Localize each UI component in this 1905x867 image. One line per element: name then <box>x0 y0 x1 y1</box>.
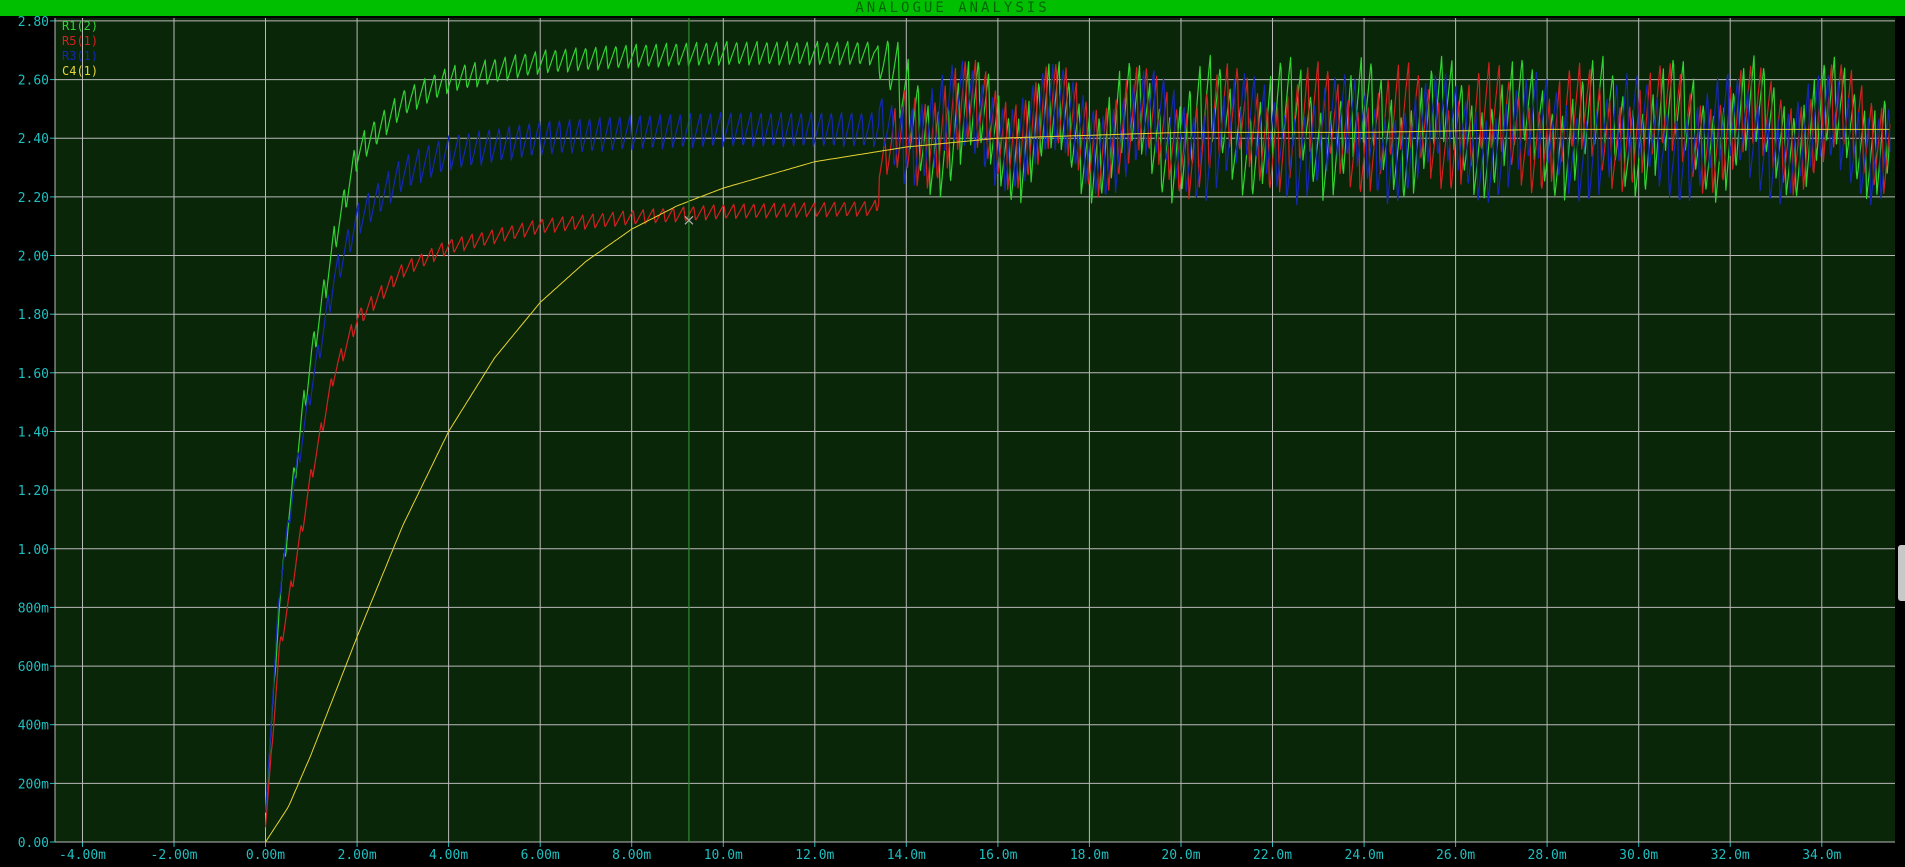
y-tick-label: 1.00 <box>18 543 49 558</box>
x-tick-label: 8.00m <box>612 848 651 863</box>
x-tick-label: -2.00m <box>151 848 198 863</box>
x-tick-label: -4.00m <box>59 848 106 863</box>
y-tick-label: 600m <box>18 660 49 675</box>
x-tick-label: 24.0m <box>1345 848 1384 863</box>
legend-entry: C4(1) <box>62 64 98 78</box>
x-tick-label: 34.0m <box>1802 848 1841 863</box>
window-title: ANALOGUE ANALYSIS <box>855 0 1050 16</box>
x-tick-label: 20.0m <box>1161 848 1200 863</box>
x-tick-label: 12.0m <box>795 848 834 863</box>
legend-entry: R5(1) <box>62 34 98 48</box>
y-tick-label: 2.60 <box>18 74 49 89</box>
y-tick-label: 800m <box>18 601 49 616</box>
x-tick-label: 4.00m <box>429 848 468 863</box>
x-tick-label: 26.0m <box>1436 848 1475 863</box>
y-tick-label: 1.80 <box>18 308 49 323</box>
legend-entry: R1(2) <box>62 19 98 33</box>
x-tick-label: 18.0m <box>1070 848 1109 863</box>
x-tick-label: 28.0m <box>1528 848 1567 863</box>
y-tick-label: 1.60 <box>18 367 49 382</box>
title-bar: ANALOGUE ANALYSIS <box>0 0 1905 16</box>
legend: R1(2)R5(1)R3(1)C4(1) <box>62 19 98 78</box>
y-tick-label: 400m <box>18 719 49 734</box>
x-tick-label: 32.0m <box>1711 848 1750 863</box>
y-tick-label: 200m <box>18 777 49 792</box>
x-tick-label: 2.00m <box>338 848 377 863</box>
x-tick-label: 30.0m <box>1619 848 1658 863</box>
y-tick-label: 1.40 <box>18 426 49 441</box>
plot-area[interactable] <box>55 18 1895 842</box>
y-tick-label: 0.00 <box>18 836 49 851</box>
y-tick-label: 2.00 <box>18 250 49 265</box>
x-tick-label: 10.0m <box>704 848 743 863</box>
analogue-chart[interactable]: 0.00 200m 400m 600m 800m 1.00 1.20 1.40 1.60 1.80… <box>0 16 1905 867</box>
y-tick-label: 2.80 <box>18 16 49 30</box>
y-tick-label: 2.40 <box>18 132 49 147</box>
x-tick-label: 16.0m <box>978 848 1017 863</box>
legend-entry: R3(1) <box>62 49 98 63</box>
y-tick-label: 1.20 <box>18 484 49 499</box>
y-tick-label: 2.20 <box>18 191 49 206</box>
scroll-handle[interactable] <box>1898 545 1905 601</box>
x-tick-label: 22.0m <box>1253 848 1292 863</box>
x-tick-label: 14.0m <box>887 848 926 863</box>
x-tick-label: 6.00m <box>521 848 560 863</box>
x-tick-label: 0.00m <box>246 848 285 863</box>
